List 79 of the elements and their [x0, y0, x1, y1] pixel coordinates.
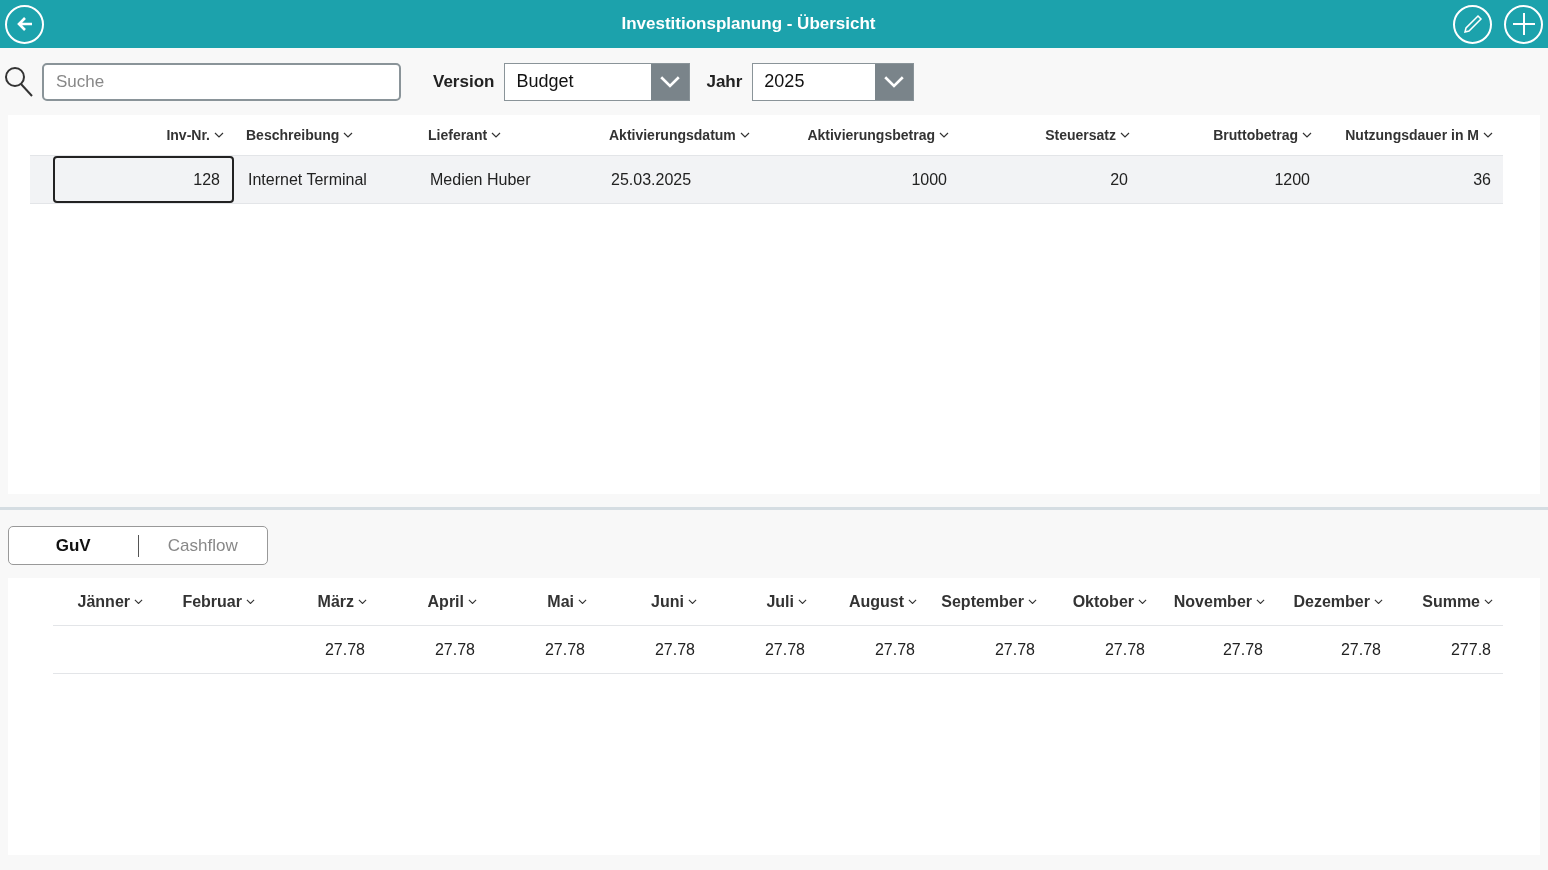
- chevron-icon: [1138, 598, 1147, 605]
- chevron-icon: [1484, 598, 1493, 605]
- table-cell-text: 20: [1109, 169, 1129, 190]
- chevron-icon: [1302, 132, 1312, 138]
- chevron-icon: [798, 598, 807, 605]
- table-cell-text: 1200: [1273, 169, 1311, 190]
- table-cell-text: Internet Terminal: [247, 169, 368, 190]
- column-header[interactable]: August: [817, 578, 927, 625]
- column-header[interactable]: Beschreibung: [234, 115, 416, 155]
- table-cell-text: 27.78: [763, 639, 806, 660]
- chevron-icon: [1256, 598, 1265, 605]
- column-header[interactable]: Summe: [1393, 578, 1503, 625]
- version-dropdown[interactable]: Budget: [504, 62, 691, 101]
- view-tab[interactable]: GuV: [9, 527, 138, 564]
- chevron-icon: [1120, 132, 1130, 138]
- table-row[interactable]: 128 Internet Terminal Medien Huber 25.03.2025 1000 20 1200 36: [30, 156, 1503, 204]
- column-header[interactable]: Dezember: [1275, 578, 1393, 625]
- chevron-icon: [883, 74, 906, 89]
- table-cell-text: 27.78: [433, 639, 476, 660]
- column-header[interactable]: Oktober: [1047, 578, 1157, 625]
- column-header[interactable]: Februar: [153, 578, 265, 625]
- table-cell-text: 27.78: [1339, 639, 1382, 660]
- column-header[interactable]: Bruttobetrag: [1140, 115, 1322, 155]
- add-button[interactable]: [1504, 4, 1543, 44]
- chevron-icon: [358, 598, 367, 605]
- left-arrow-icon: [15, 16, 34, 32]
- chevron-icon: [343, 132, 354, 138]
- column-header[interactable]: Steuersatz: [959, 115, 1140, 155]
- chevron-icon: [908, 598, 917, 605]
- table-cell-text: 27.78: [1103, 639, 1146, 660]
- table-cell-text: Medien Huber: [429, 169, 532, 190]
- column-header[interactable]: Juli: [707, 578, 817, 625]
- year-label: Jahr: [706, 71, 743, 92]
- table-cell-text: 27.78: [873, 639, 916, 660]
- chevron-icon: [491, 132, 502, 138]
- chevron-icon: [214, 132, 224, 138]
- table-cell-text: 36: [1472, 169, 1492, 190]
- table-cell-text: 27.78: [543, 639, 586, 660]
- chevron-icon: [939, 132, 949, 138]
- chevron-icon: [134, 598, 143, 605]
- column-header[interactable]: September: [927, 578, 1047, 625]
- chevron-icon: [578, 598, 587, 605]
- column-header[interactable]: Juni: [597, 578, 707, 625]
- column-header[interactable]: April: [377, 578, 487, 625]
- chevron-icon: [659, 74, 682, 89]
- year-dropdown[interactable]: 2025: [752, 62, 915, 101]
- plus-icon: [1511, 12, 1536, 36]
- table-cell-text: 27.78: [993, 639, 1036, 660]
- view-tab[interactable]: Cashflow: [138, 527, 267, 564]
- column-header[interactable]: Jänner: [53, 578, 153, 625]
- table-cell-text: 27.78: [1221, 639, 1264, 660]
- table-cell-text: 277.8: [1449, 639, 1492, 660]
- search-field[interactable]: Suche: [42, 62, 401, 101]
- table-cell-text: 27.78: [653, 639, 696, 660]
- column-header[interactable]: Nutzungsdauer in M: [1322, 115, 1503, 155]
- table-cell-text: 1000: [910, 169, 948, 190]
- search-icon: [4, 65, 34, 98]
- table-cell-text: 25.03.2025: [610, 169, 693, 190]
- column-header[interactable]: Mai: [487, 578, 597, 625]
- column-header[interactable]: November: [1157, 578, 1275, 625]
- edit-button[interactable]: [1453, 4, 1492, 44]
- chevron-icon: [739, 132, 750, 138]
- column-header[interactable]: Aktivierungsdatum: [597, 115, 778, 155]
- column-header[interactable]: Inv-Nr.: [53, 115, 234, 155]
- column-header[interactable]: März: [265, 578, 377, 625]
- window-title: Investitionsplanung - Übersicht: [620, 14, 877, 34]
- version-label: Version: [433, 71, 495, 92]
- chevron-icon: [246, 598, 255, 605]
- chevron-icon: [468, 598, 477, 605]
- chevron-icon: [688, 598, 697, 605]
- chevron-icon: [1028, 598, 1037, 605]
- table-cell: 128: [53, 156, 234, 203]
- table-cell-text: 27.78: [323, 639, 366, 660]
- column-header[interactable]: Lieferant: [416, 115, 597, 155]
- chevron-icon: [1374, 598, 1383, 605]
- pencil-icon: [1462, 14, 1483, 34]
- chevron-icon: [1483, 132, 1493, 138]
- column-header[interactable]: Aktivierungsbetrag: [778, 115, 959, 155]
- back-button[interactable]: [5, 4, 44, 44]
